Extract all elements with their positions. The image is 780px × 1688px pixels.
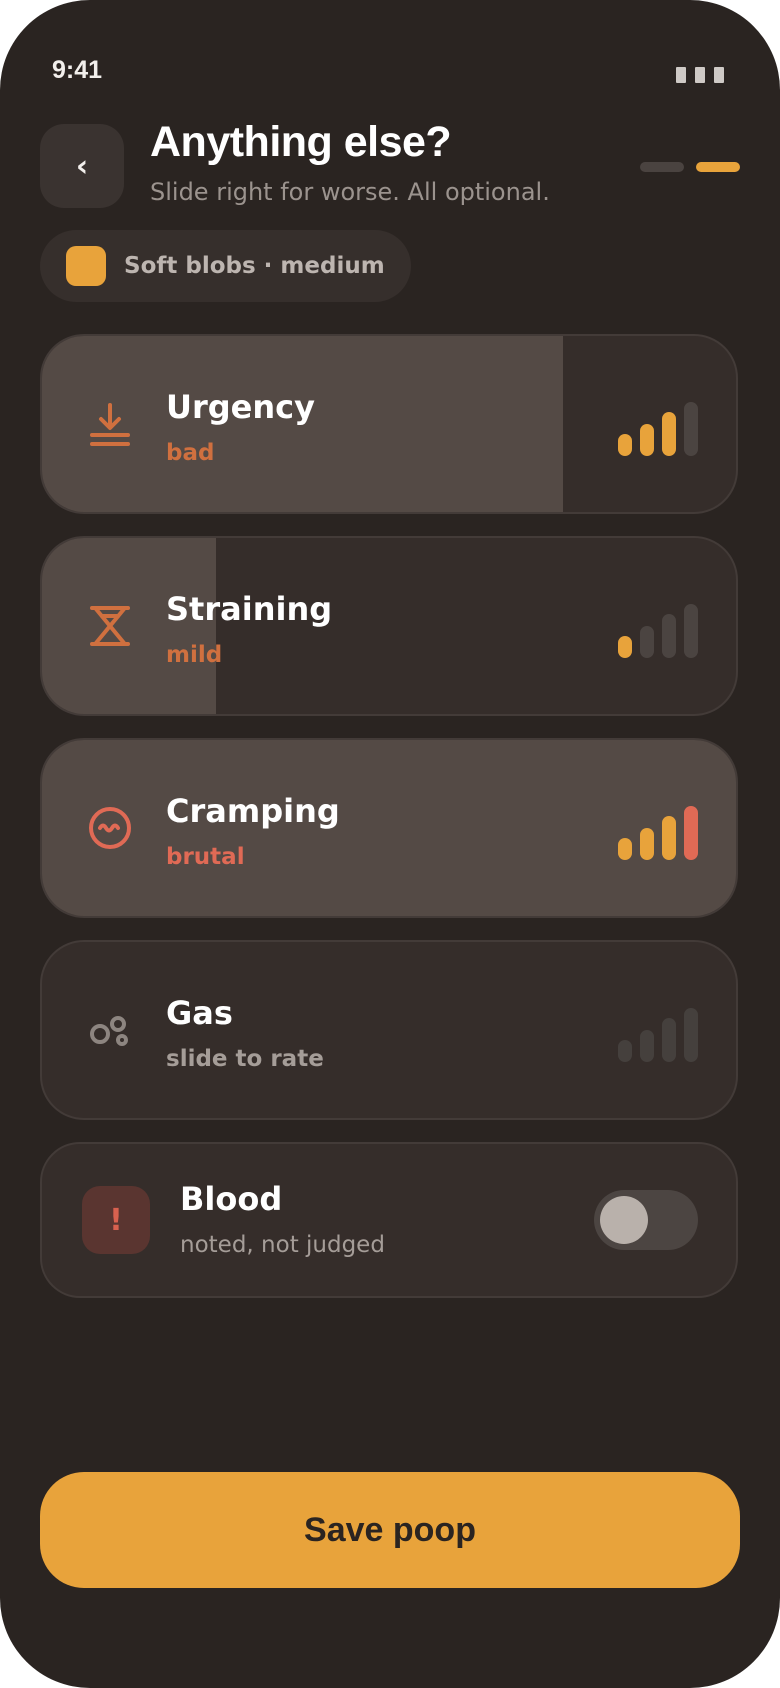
level-meter: [618, 602, 698, 658]
status-time: 9:41: [52, 56, 103, 84]
meter-bar: [684, 402, 698, 456]
page-title: Anything else?: [150, 118, 452, 166]
symptom-title: Straining: [166, 590, 333, 628]
symptom-value: mild: [166, 642, 223, 668]
battery-icon: [676, 67, 724, 83]
meter-bar: [684, 604, 698, 658]
hourglass-icon: [90, 606, 130, 646]
meter-bar: [662, 614, 676, 658]
summary-chip-label: Soft blobs · medium: [124, 253, 385, 279]
meter-bar: [640, 424, 654, 456]
level-meter: [618, 400, 698, 456]
meter-bar: [662, 412, 676, 456]
phone-screen: 9:41 ‹ Anything else? Slide right for wo…: [0, 0, 780, 1688]
meter-bar: [618, 434, 632, 456]
meter-bar: [684, 1008, 698, 1062]
blood-row: ! Blood noted, not judged: [40, 1142, 738, 1298]
summary-chip[interactable]: Soft blobs · medium: [40, 230, 411, 302]
save-button[interactable]: Save poop: [40, 1472, 740, 1588]
meter-bar: [640, 1030, 654, 1062]
step-1: [640, 162, 684, 172]
symptom-slider-urgency[interactable]: Urgency bad: [40, 334, 738, 514]
download-arrow-icon: [90, 403, 130, 446]
meter-bar: [618, 1040, 632, 1062]
symptom-value: bad: [166, 440, 215, 466]
back-button[interactable]: ‹: [40, 124, 124, 208]
alert-icon: !: [82, 1186, 150, 1254]
meter-bar: [618, 636, 632, 658]
stool-swatch: [66, 246, 106, 286]
meter-bar: [640, 828, 654, 860]
blood-subtitle: noted, not judged: [180, 1232, 385, 1258]
meter-bar: [662, 816, 676, 860]
toggle-knob: [600, 1196, 648, 1244]
level-meter: [618, 1006, 698, 1062]
meter-bar: [618, 838, 632, 860]
symptom-value: slide to rate: [166, 1046, 324, 1072]
symptom-value: brutal: [166, 844, 245, 870]
page-subtitle: Slide right for worse. All optional.: [150, 178, 550, 206]
meter-bar: [662, 1018, 676, 1062]
level-meter: [618, 804, 698, 860]
meter-bar: [640, 626, 654, 658]
symptom-title: Gas: [166, 994, 233, 1032]
symptom-title: Urgency: [166, 388, 315, 426]
cramp-face-icon: [89, 807, 131, 849]
step-2: [696, 162, 740, 172]
symptom-title: Cramping: [166, 792, 340, 830]
symptom-slider-straining[interactable]: Straining mild: [40, 536, 738, 716]
symptom-slider-cramping[interactable]: Cramping brutal: [40, 738, 738, 918]
blood-title: Blood: [180, 1180, 283, 1218]
meter-bar: [684, 806, 698, 860]
symptom-slider-gas[interactable]: Gas slide to rate: [40, 940, 738, 1120]
bubbles-icon: [90, 1016, 128, 1046]
blood-toggle[interactable]: [594, 1190, 698, 1250]
step-indicator: [640, 162, 740, 172]
